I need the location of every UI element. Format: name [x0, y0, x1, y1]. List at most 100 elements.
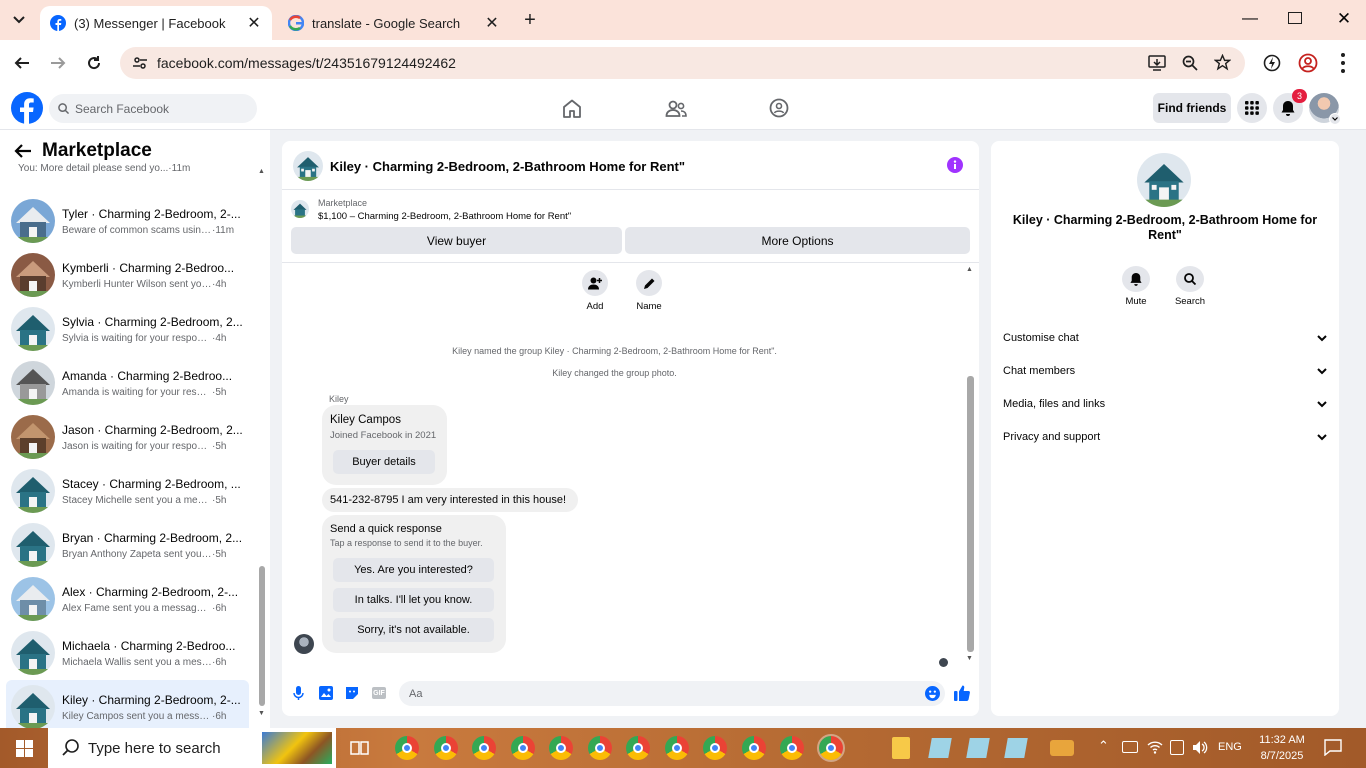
install-app-icon[interactable]: [1148, 55, 1166, 71]
app-icon[interactable]: [1004, 738, 1028, 758]
chrome-window-icon[interactable]: [816, 734, 845, 762]
back-button[interactable]: [9, 50, 35, 76]
file-explorer-icon[interactable]: [892, 737, 910, 759]
volume-icon[interactable]: [1192, 740, 1208, 755]
performance-icon[interactable]: [1263, 54, 1281, 72]
scrollbar-thumb[interactable]: [967, 376, 974, 652]
chrome-window-icon[interactable]: [703, 736, 727, 760]
meet-now-icon[interactable]: [1170, 740, 1184, 755]
details-section-customise-chat[interactable]: Customise chat: [1003, 326, 1327, 350]
tab-search-dropdown[interactable]: [8, 9, 30, 31]
chrome-window-icon[interactable]: [741, 736, 766, 760]
house-photo-icon: [293, 151, 323, 181]
chrome-window-icon[interactable]: [395, 736, 419, 760]
chat-scrollbar[interactable]: ▲ ▼: [966, 266, 975, 666]
new-tab-button[interactable]: +: [518, 10, 542, 32]
chrome-window-icon[interactable]: [510, 736, 535, 760]
info-icon[interactable]: [947, 157, 963, 173]
find-friends-button[interactable]: Find friends: [1153, 93, 1231, 123]
close-window-button[interactable]: ✕: [1334, 9, 1354, 29]
chat-group-avatar[interactable]: [293, 151, 323, 181]
reload-button[interactable]: [81, 50, 107, 76]
chrome-window-icon[interactable]: [472, 736, 496, 760]
app-icon[interactable]: [1050, 740, 1074, 756]
listing-thumbnail[interactable]: [291, 200, 309, 218]
conversation-item[interactable]: Kymberli · Charming 2-Bedroo... Kymberli …: [6, 248, 249, 302]
chrome-window-icon[interactable]: [549, 736, 573, 760]
address-bar[interactable]: facebook.com/messages/t/2435167912449246…: [120, 47, 1245, 79]
details-section-privacy-and-support[interactable]: Privacy and support: [1003, 425, 1327, 449]
thumbs-up-icon[interactable]: [954, 685, 970, 701]
wifi-icon[interactable]: [1147, 739, 1163, 755]
details-section-chat-members[interactable]: Chat members: [1003, 359, 1327, 383]
battery-icon[interactable]: [1122, 741, 1138, 753]
conversation-item[interactable]: Bryan · Charming 2-Bedroom, 2... Bryan An…: [6, 518, 249, 572]
microphone-icon[interactable]: [293, 686, 304, 701]
clock[interactable]: 11:32 AM 8/7/2025: [1252, 732, 1312, 764]
mute-button[interactable]: [1122, 266, 1150, 292]
quick-response-yes[interactable]: Yes. Are you interested?: [333, 558, 494, 582]
home-icon[interactable]: [562, 99, 582, 118]
tab-messenger[interactable]: (3) Messenger | Facebook ✕: [40, 6, 272, 40]
chrome-window-icon[interactable]: [780, 736, 804, 760]
chrome-window-icon[interactable]: [587, 736, 612, 760]
scrollbar-thumb[interactable]: [259, 566, 265, 706]
chat-details-avatar[interactable]: [1137, 153, 1191, 207]
conversation-item[interactable]: Amanda · Charming 2-Bedroo... Amanda is w…: [6, 356, 249, 410]
name-group-button[interactable]: [636, 270, 662, 296]
add-people-button[interactable]: [582, 270, 608, 296]
close-tab-icon[interactable]: ✕: [482, 13, 502, 33]
taskbar-search-box[interactable]: Type here to search: [48, 728, 336, 768]
close-tab-icon[interactable]: ✕: [244, 13, 264, 33]
minimize-button[interactable]: —: [1238, 10, 1262, 30]
restore-button[interactable]: [1288, 12, 1302, 24]
previous-conversation-preview[interactable]: You: More detail please send yo... ·11m: [18, 163, 190, 174]
groups-icon[interactable]: [769, 98, 789, 118]
facebook-search-input[interactable]: Search Facebook: [49, 94, 257, 123]
conversation-item[interactable]: Kiley · Charming 2-Bedroom, 2-... Kiley C…: [6, 680, 249, 728]
language-indicator[interactable]: ENG: [1218, 741, 1242, 753]
search-in-chat-button[interactable]: [1176, 266, 1204, 292]
details-section-media-files-and-links[interactable]: Media, files and links: [1003, 392, 1327, 416]
notification-center-icon[interactable]: [1324, 739, 1342, 756]
message-composer-input[interactable]: Aa: [399, 681, 945, 706]
back-arrow-icon[interactable]: [14, 143, 32, 159]
chrome-window-icon[interactable]: [433, 736, 458, 760]
friends-icon[interactable]: [665, 99, 687, 118]
windows-start-icon[interactable]: [16, 740, 33, 757]
sender-avatar[interactable]: [294, 634, 314, 654]
sticker-icon[interactable]: [345, 686, 359, 700]
photo-icon[interactable]: [319, 686, 333, 700]
listing-title[interactable]: $1,100 – Charming 2-Bedroom, 2-Bathroom …: [318, 211, 571, 222]
emoji-icon[interactable]: [925, 686, 940, 701]
conversation-item[interactable]: Alex · Charming 2-Bedroom, 2-... Alex Fam…: [6, 572, 249, 626]
menu-button[interactable]: [1237, 93, 1267, 123]
app-icon[interactable]: [966, 738, 990, 758]
site-info-icon[interactable]: [132, 55, 148, 71]
gif-icon[interactable]: GIF: [372, 687, 386, 699]
task-view-icon[interactable]: [350, 739, 369, 757]
conversation-item[interactable]: Stacey · Charming 2-Bedroom, ... Stacey M…: [6, 464, 249, 518]
forward-button[interactable]: [45, 50, 71, 76]
conversation-item[interactable]: Tyler · Charming 2-Bedroom, 2-... Beware …: [6, 194, 249, 248]
conversation-item[interactable]: Michaela · Charming 2-Bedroo... Michaela …: [6, 626, 249, 680]
more-options-button[interactable]: More Options: [625, 227, 970, 254]
quick-response-in-talks[interactable]: In talks. I'll let you know.: [333, 588, 494, 612]
app-icon[interactable]: [928, 738, 952, 758]
browser-menu-button[interactable]: [1338, 53, 1348, 73]
profile-icon[interactable]: [1298, 53, 1318, 73]
conversation-item[interactable]: Sylvia · Charming 2-Bedroom, 2... Sylvia …: [6, 302, 249, 356]
section-label: Privacy and support: [1003, 431, 1101, 443]
bookmark-star-icon[interactable]: [1214, 54, 1231, 71]
conversation-scrollbar[interactable]: ▲ ▼: [258, 168, 266, 718]
chrome-window-icon[interactable]: [626, 736, 650, 760]
conversation-item[interactable]: Jason · Charming 2-Bedroom, 2... Jason is…: [6, 410, 249, 464]
zoom-icon[interactable]: [1182, 55, 1198, 71]
quick-response-not-available[interactable]: Sorry, it's not available.: [333, 618, 494, 642]
show-hidden-icons-icon[interactable]: ⌃: [1098, 738, 1109, 754]
view-buyer-button[interactable]: View buyer: [291, 227, 622, 254]
buyer-details-button[interactable]: Buyer details: [333, 450, 435, 474]
chrome-window-icon[interactable]: [664, 736, 689, 760]
tab-google-search[interactable]: translate - Google Search ✕: [278, 6, 510, 40]
facebook-logo-icon[interactable]: [11, 92, 43, 124]
